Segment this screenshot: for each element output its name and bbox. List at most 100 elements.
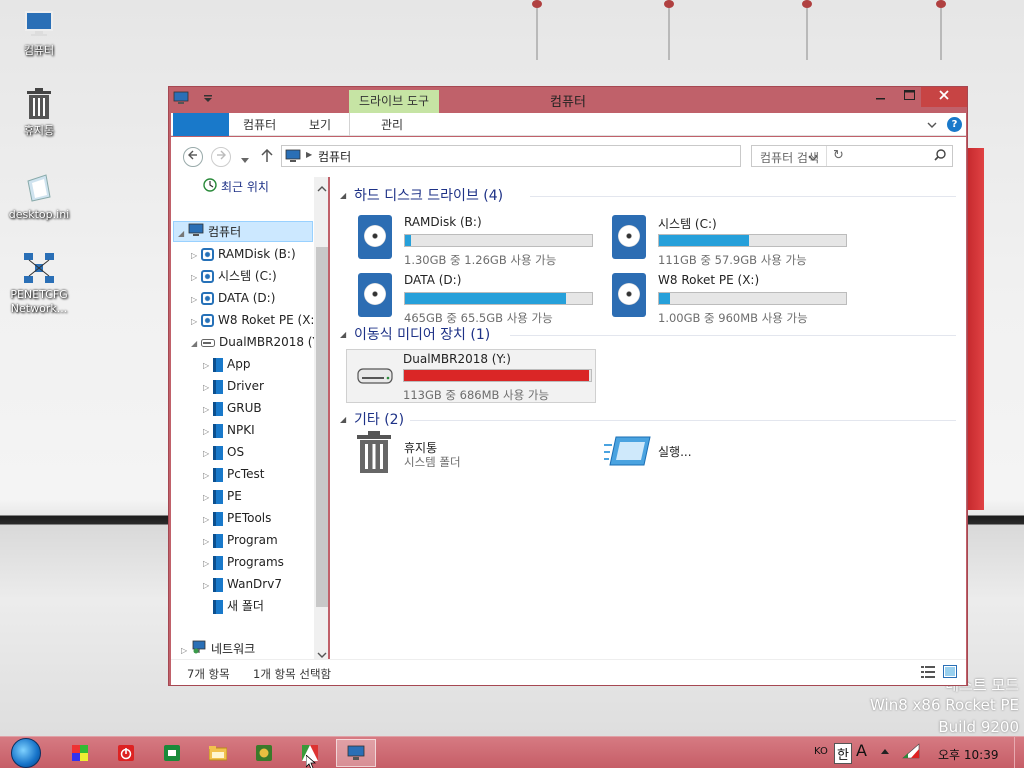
taskbar-explorer-window-button[interactable] <box>336 739 376 767</box>
drive-system[interactable]: 시스템 (C:) 111GB 중 57.9GB 사용 가능 <box>610 215 860 269</box>
removable-drive-icon <box>357 368 393 387</box>
up-arrow-icon[interactable] <box>261 148 273 166</box>
nav-scroll-thumb[interactable] <box>316 247 328 607</box>
drive-w8-roket-pe[interactable]: W8 Roket PE (X:) 1.00GB 중 960MB 사용 가능 <box>610 273 860 327</box>
large-icons-view-icon[interactable] <box>943 665 957 681</box>
taskbar-file-explorer-icon[interactable] <box>204 739 232 767</box>
help-icon[interactable]: ? <box>947 117 962 132</box>
nav-network[interactable]: ▷ 네트워크 <box>181 639 255 659</box>
hard-drive-icon <box>358 273 392 317</box>
expand-arrow-icon[interactable]: ▷ <box>203 466 213 486</box>
tab-file[interactable] <box>173 113 229 136</box>
expand-arrow-icon[interactable]: ▷ <box>203 554 213 574</box>
scroll-up-icon[interactable] <box>317 181 327 195</box>
nav-scrollbar[interactable] <box>314 177 328 659</box>
collapse-arrow-icon[interactable]: ◢ <box>191 334 201 354</box>
expand-arrow-icon[interactable]: ▷ <box>203 444 213 464</box>
expand-arrow-icon[interactable]: ▷ <box>191 268 201 288</box>
nav-folder-petools[interactable]: ▷ PETools <box>203 508 271 528</box>
ribbon-expand-icon[interactable] <box>927 118 937 132</box>
nav-recent-locations[interactable]: 최근 위치 <box>203 177 269 197</box>
expand-arrow-icon[interactable]: ▷ <box>203 576 213 596</box>
desktop-icon-penetcfg[interactable]: PENETCFG Network... <box>6 250 72 316</box>
show-desktop-button[interactable] <box>1014 737 1024 768</box>
expand-arrow-icon[interactable]: ▷ <box>203 356 213 376</box>
nav-folder-os[interactable]: ▷ OS <box>203 442 244 462</box>
nav-folder-program[interactable]: ▷ Program <box>203 530 278 550</box>
nav-folder-pctest[interactable]: ▷ PcTest <box>203 464 264 484</box>
forward-button[interactable] <box>211 147 231 167</box>
drive-ramdisk[interactable]: RAMDisk (B:) 1.30GB 중 1.26GB 사용 가능 <box>356 215 606 269</box>
nav-drive-ramdisk[interactable]: ▷ RAMDisk (B:) <box>191 244 296 264</box>
collapse-arrow-icon[interactable]: ◢ <box>178 224 188 244</box>
title-bar[interactable]: 드라이브 도구 컴퓨터 <box>169 87 967 113</box>
back-button[interactable] <box>183 147 203 167</box>
desktop-icon-recycle-bin[interactable]: 휴지통 <box>6 86 72 138</box>
tab-view[interactable]: 보기 <box>309 116 331 133</box>
nav-folder-grub[interactable]: ▷ GRUB <box>203 398 262 418</box>
tray-language-indicator[interactable]: KO <box>814 746 828 757</box>
tab-computer[interactable]: 컴퓨터 <box>243 116 276 133</box>
expand-arrow-icon[interactable]: ▷ <box>191 312 201 332</box>
tray-show-hidden-icon[interactable] <box>880 744 890 758</box>
taskbar-power-icon[interactable] <box>112 739 140 767</box>
nav-folder-app[interactable]: ▷ App <box>203 354 250 374</box>
nav-drive-system[interactable]: ▷ 시스템 (C:) <box>191 266 277 286</box>
expand-arrow-icon[interactable]: ▷ <box>191 246 201 266</box>
expand-arrow-icon[interactable]: ▷ <box>191 290 201 310</box>
breadcrumb-computer[interactable]: 컴퓨터 <box>318 148 351 165</box>
nav-computer[interactable]: ◢ 컴퓨터 <box>173 221 313 242</box>
tray-ime-mode[interactable]: 한 <box>834 743 852 764</box>
nav-folder-npki[interactable]: ▷ NPKI <box>203 420 255 440</box>
nav-drive-dualmbr[interactable]: ◢ DualMBR2018 (Y:) <box>191 332 327 352</box>
taskbar-disk-tool-icon[interactable] <box>250 739 278 767</box>
expand-arrow-icon[interactable]: ▷ <box>203 378 213 398</box>
address-bar[interactable]: ▶ 컴퓨터 ↻ <box>281 145 844 167</box>
nav-folder-driver[interactable]: ▷ Driver <box>203 376 264 396</box>
desktop-icon-computer[interactable]: 컴퓨터 <box>6 6 72 58</box>
tray-ime-width-mode[interactable]: A <box>856 741 867 760</box>
details-view-icon[interactable] <box>921 666 935 681</box>
minimize-button[interactable] <box>869 87 893 107</box>
nav-folder-new[interactable]: 새 폴더 <box>213 596 264 616</box>
item-recycle-bin[interactable]: 휴지통 시스템 폴더 <box>356 431 606 493</box>
group-header-hdd[interactable]: 하드 디스크 드라이브 (4) <box>354 185 503 205</box>
group-collapse-icon[interactable]: ◢ <box>340 330 346 339</box>
taskbar-terminal-icon[interactable] <box>158 739 186 767</box>
desktop-icon-desktop-ini[interactable]: desktop.ini <box>6 170 72 222</box>
group-header-other[interactable]: 기타 (2) <box>354 409 404 429</box>
group-header-removable[interactable]: 이동식 미디어 장치 (1) <box>354 324 490 344</box>
expand-arrow-icon[interactable]: ▷ <box>203 422 213 442</box>
scroll-down-icon[interactable] <box>317 647 327 659</box>
group-collapse-icon[interactable]: ◢ <box>340 191 346 200</box>
drive-dualmbr-selected[interactable]: DualMBR2018 (Y:) 113GB 중 686MB 사용 가능 <box>346 349 596 403</box>
nav-drive-w8-roket-pe[interactable]: ▷ W8 Roket PE (X:) <box>191 310 319 330</box>
maximize-button[interactable] <box>897 87 921 107</box>
nav-drive-data[interactable]: ▷ DATA (D:) <box>191 288 275 308</box>
nav-computer-label: 컴퓨터 <box>208 225 242 239</box>
expand-arrow-icon[interactable]: ▷ <box>203 488 213 508</box>
start-button[interactable] <box>6 737 46 768</box>
taskbar-color-app-icon[interactable] <box>66 739 94 767</box>
drive-name: 시스템 (C:) <box>658 217 717 231</box>
recent-locations-dropdown-icon[interactable] <box>241 153 249 167</box>
computer-icon <box>347 745 365 760</box>
expand-arrow-icon[interactable]: ▷ <box>181 641 191 659</box>
breadcrumb-separator-icon[interactable]: ▶ <box>306 150 312 159</box>
expand-arrow-icon[interactable]: ▷ <box>203 510 213 530</box>
drive-data[interactable]: DATA (D:) 465GB 중 65.5GB 사용 가능 <box>356 273 606 327</box>
tray-network-icon[interactable] <box>902 743 920 762</box>
tab-manage[interactable]: 관리 <box>381 116 403 133</box>
expand-arrow-icon[interactable]: ▷ <box>203 532 213 552</box>
group-divider <box>410 420 956 421</box>
tray-clock[interactable]: 오후 10:39 <box>938 746 998 763</box>
nav-folder-programs[interactable]: ▷ Programs <box>203 552 284 572</box>
nav-folder-wandrv7[interactable]: ▷ WanDrv7 <box>203 574 282 594</box>
group-collapse-icon[interactable]: ◢ <box>340 415 346 424</box>
close-button[interactable] <box>921 87 967 107</box>
expand-arrow-icon[interactable]: ▷ <box>203 400 213 420</box>
ini-file-icon <box>21 170 57 206</box>
item-run[interactable]: 실행... <box>604 436 860 493</box>
nav-folder-pe[interactable]: ▷ PE <box>203 486 242 506</box>
search-input[interactable]: 컴퓨터 검색 <box>751 145 953 167</box>
